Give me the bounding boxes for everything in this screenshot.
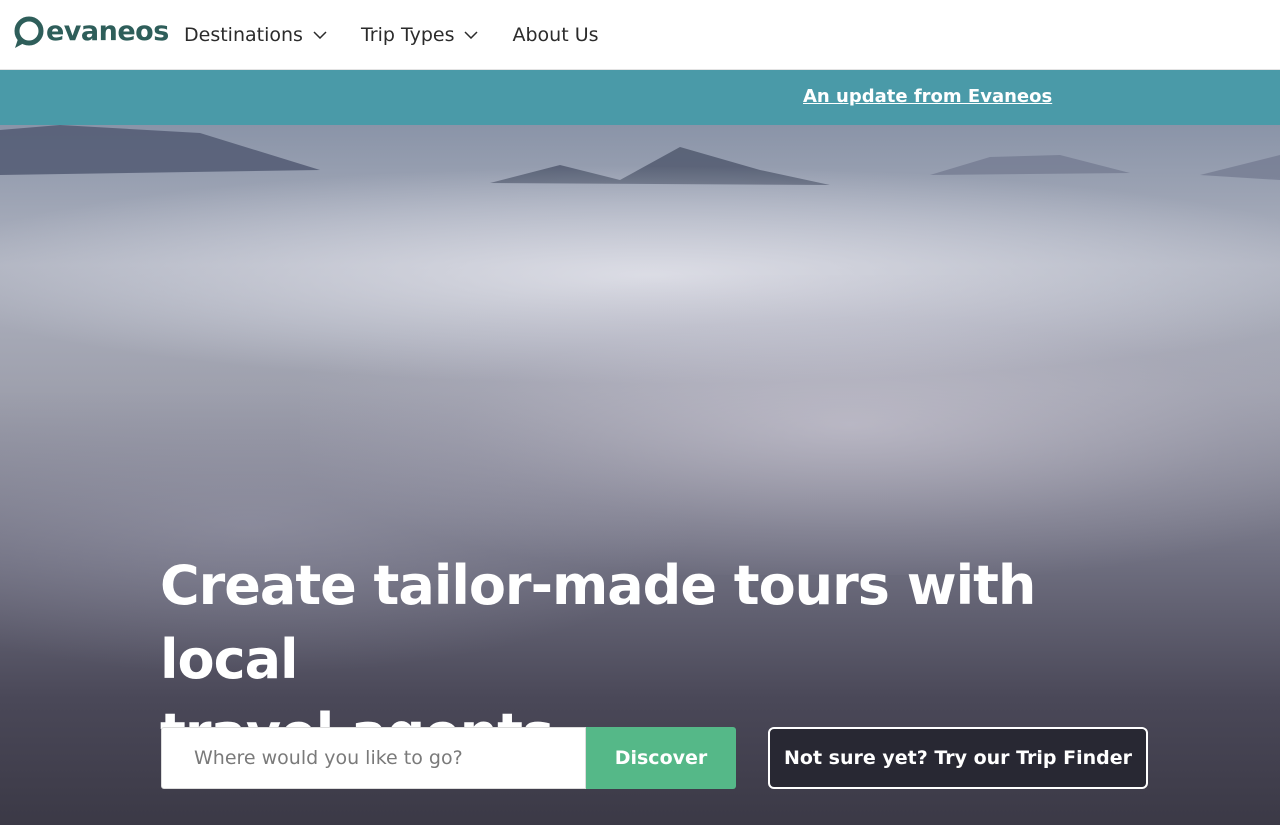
- hero-headline-line1: Create tailor-made tours with local: [160, 554, 1036, 691]
- nav-about-us-label: About Us: [512, 24, 599, 46]
- evaneos-logo-icon: [14, 16, 44, 48]
- nav-about-us[interactable]: About Us: [512, 24, 598, 46]
- logo-text: evaneos: [46, 16, 169, 47]
- update-link[interactable]: An update from Evaneos: [803, 86, 1052, 107]
- nav-destinations[interactable]: Destinations: [184, 24, 327, 46]
- trip-finder-button[interactable]: Not sure yet? Try our Trip Finder: [768, 727, 1148, 789]
- discover-button[interactable]: Discover: [586, 727, 736, 789]
- chevron-down-icon: [464, 31, 479, 39]
- destination-search-input[interactable]: [161, 727, 586, 789]
- chevron-down-icon: [313, 31, 327, 39]
- nav-trip-types[interactable]: Trip Types: [361, 24, 479, 46]
- site-header: evaneos Destinations Trip Types About Us: [0, 0, 1280, 70]
- nav-trip-types-label: Trip Types: [360, 24, 455, 46]
- update-banner: An update from Evaneos: [0, 70, 1280, 125]
- nav-destinations-label: Destinations: [184, 24, 303, 46]
- main-nav: Destinations Trip Types About Us: [184, 0, 633, 70]
- hero-section: Create tailor-made tours with local trav…: [0, 125, 1280, 825]
- evaneos-logo[interactable]: evaneos: [12, 14, 169, 50]
